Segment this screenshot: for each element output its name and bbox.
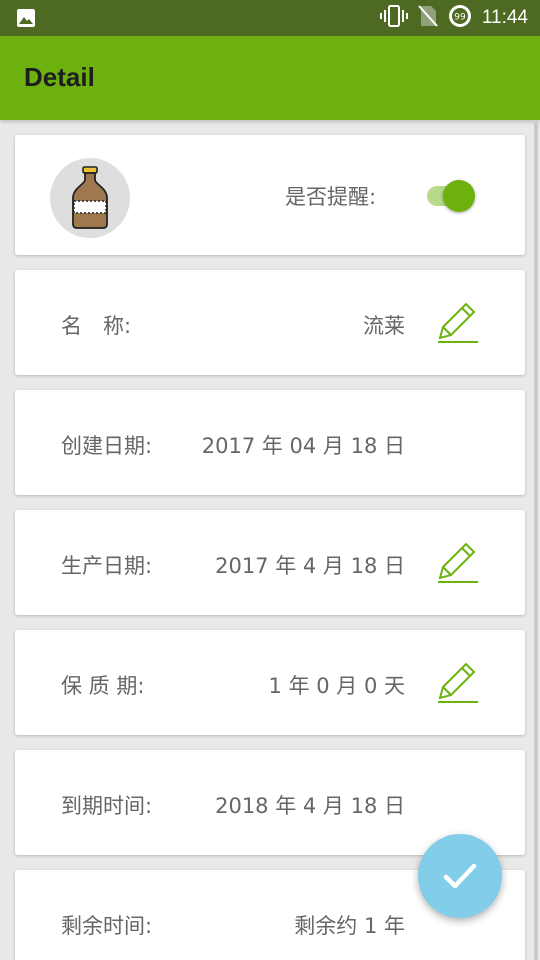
row-label: 生产日期: — [61, 554, 153, 578]
row-value: 2018 年 4 月 18 日 — [215, 794, 405, 818]
confirm-fab-button[interactable] — [418, 834, 502, 918]
row-value: 2017 年 04 月 18 日 — [201, 434, 405, 458]
battery-badge-text: 99 — [454, 13, 466, 23]
header-card: 是否提醒: — [15, 135, 525, 255]
app-bar: Detail — [0, 36, 540, 120]
edit-pencil-icon[interactable] — [435, 540, 481, 586]
detail-row-name: 名 称: 流莱 — [15, 270, 525, 375]
battery-99-icon: 99 — [448, 4, 472, 32]
status-bar: 99 11:44 — [0, 0, 540, 36]
scrollbar[interactable] — [534, 122, 538, 960]
image-icon — [16, 8, 36, 28]
row-label: 创建日期: — [61, 434, 153, 458]
row-value: 剩余约 1 年 — [294, 914, 405, 938]
detail-row-shelf-life: 保 质 期: 1 年 0 月 0 天 — [15, 630, 525, 735]
detail-row-production-date: 生产日期: 2017 年 4 月 18 日 — [15, 510, 525, 615]
page-title: Detail — [24, 62, 95, 92]
row-label: 名 称: — [61, 314, 132, 338]
vibrate-icon — [379, 5, 408, 31]
status-time: 11:44 — [481, 7, 528, 28]
avatar[interactable] — [50, 158, 130, 238]
detail-row-created-date: 创建日期: 2017 年 04 月 18 日 — [15, 390, 525, 495]
row-value: 2017 年 4 月 18 日 — [215, 554, 405, 578]
edit-pencil-icon[interactable] — [435, 300, 481, 346]
row-label: 保 质 期: — [61, 674, 145, 698]
row-value: 流莱 — [363, 314, 405, 338]
reminder-toggle-thumb[interactable] — [443, 180, 475, 212]
edit-pencil-icon[interactable] — [435, 660, 481, 706]
row-value: 1 年 0 月 0 天 — [268, 674, 405, 698]
row-label: 剩余时间: — [61, 914, 153, 938]
bottle-icon — [50, 166, 130, 242]
row-label: 到期时间: — [61, 794, 153, 818]
no-sim-icon — [418, 5, 438, 31]
reminder-label: 是否提醒: — [285, 185, 377, 209]
